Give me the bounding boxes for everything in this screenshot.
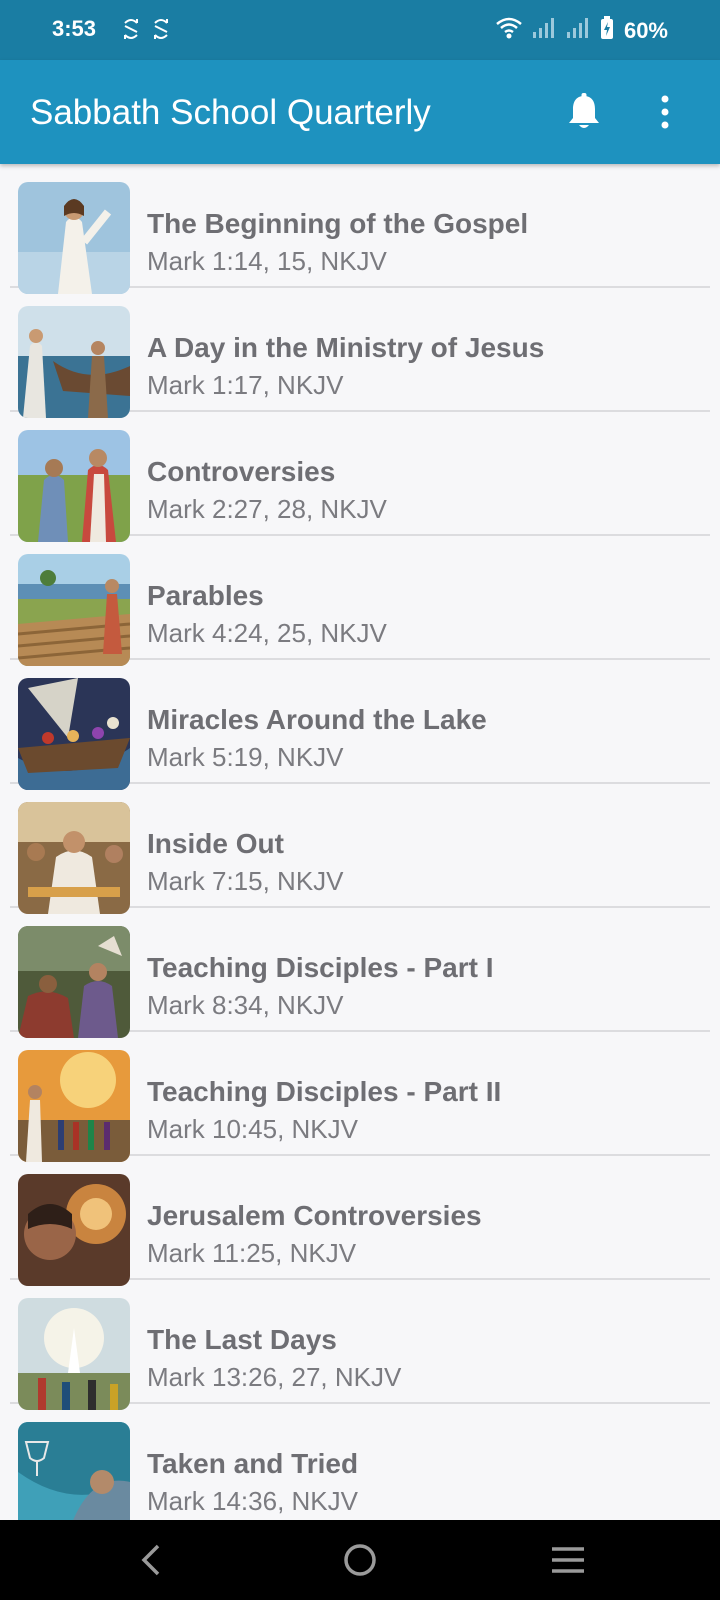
lesson-title: A Day in the Ministry of Jesus	[147, 332, 545, 363]
sync-icon	[122, 18, 140, 45]
lesson-title: Inside Out	[147, 828, 284, 859]
lesson-subtitle: Mark 11:25, NKJV	[147, 1238, 357, 1268]
lesson-thumbnail	[18, 1298, 130, 1410]
lesson-item[interactable]: Jerusalem Controversies Mark 11:25, NKJV	[10, 1156, 710, 1286]
lesson-thumbnail	[18, 678, 130, 790]
lesson-subtitle: Mark 2:27, 28, NKJV	[147, 494, 387, 524]
lesson-subtitle: Mark 10:45, NKJV	[147, 1114, 358, 1144]
lesson-item[interactable]: The Beginning of the Gospel Mark 1:14, 1…	[10, 164, 710, 294]
lesson-title: Teaching Disciples - Part I	[147, 952, 494, 983]
wifi-icon	[496, 17, 522, 44]
battery-percentage: 60%	[623, 17, 668, 43]
lesson-subtitle: Mark 14:36, NKJV	[147, 1486, 358, 1516]
back-icon[interactable]	[130, 1538, 174, 1582]
lesson-subtitle: Mark 4:24, 25, NKJV	[147, 618, 387, 648]
lesson-title: The Beginning of the Gospel	[147, 208, 529, 239]
lesson-subtitle: Mark 8:34, NKJV	[147, 990, 344, 1020]
lesson-item[interactable]: Teaching Disciples - Part I Mark 8:34, N…	[10, 908, 710, 1038]
app-title: Sabbath School Quarterly	[30, 93, 431, 132]
battery-icon	[600, 16, 614, 45]
signal-icon	[566, 17, 590, 44]
lesson-item[interactable]: Parables Mark 4:24, 25, NKJV	[10, 536, 710, 666]
lesson-title: The Last Days	[147, 1324, 337, 1355]
lesson-thumbnail	[18, 182, 130, 294]
lesson-item[interactable]: Controversies Mark 2:27, 28, NKJV	[10, 412, 710, 542]
lesson-thumbnail	[18, 802, 130, 914]
bell-icon[interactable]	[566, 92, 602, 132]
lesson-subtitle: Mark 1:17, NKJV	[147, 370, 344, 400]
lesson-item[interactable]: Inside Out Mark 7:15, NKJV	[10, 784, 710, 914]
lesson-thumbnail	[18, 1050, 130, 1162]
lesson-item[interactable]: A Day in the Ministry of Jesus Mark 1:17…	[10, 288, 710, 418]
lesson-item[interactable]: The Last Days Mark 13:26, 27, NKJV	[10, 1280, 710, 1410]
status-time: 3:53	[52, 16, 97, 41]
lesson-thumbnail	[18, 1174, 130, 1286]
lesson-subtitle: Mark 5:19, NKJV	[147, 742, 344, 772]
lesson-list[interactable]: The Beginning of the Gospel Mark 1:14, 1…	[0, 164, 720, 1520]
status-bar: 3:53 60%	[0, 0, 720, 60]
more-vert-icon[interactable]	[658, 92, 672, 132]
lesson-thumbnail	[18, 306, 130, 418]
signal-icon	[532, 17, 556, 44]
lesson-thumbnail	[18, 1422, 130, 1520]
lesson-title: Jerusalem Controversies	[147, 1200, 482, 1231]
lesson-item[interactable]: Teaching Disciples - Part II Mark 10:45,…	[10, 1032, 710, 1162]
lesson-subtitle: Mark 13:26, 27, NKJV	[147, 1362, 402, 1392]
lesson-subtitle: Mark 7:15, NKJV	[147, 866, 344, 896]
lesson-title: Parables	[147, 580, 264, 611]
lesson-title: Controversies	[147, 456, 336, 487]
lesson-title: Teaching Disciples - Part II	[147, 1076, 502, 1107]
recents-icon[interactable]	[546, 1538, 590, 1582]
navigation-bar	[0, 1520, 720, 1600]
lesson-thumbnail	[18, 554, 130, 666]
lesson-title: Miracles Around the Lake	[147, 704, 487, 735]
app-bar: Sabbath School Quarterly	[0, 60, 720, 164]
lesson-title: Taken and Tried	[147, 1448, 359, 1479]
home-icon[interactable]	[338, 1538, 382, 1582]
lesson-thumbnail	[18, 926, 130, 1038]
lesson-item[interactable]: Taken and Tried Mark 14:36, NKJV	[10, 1404, 710, 1520]
lesson-subtitle: Mark 1:14, 15, NKJV	[147, 246, 387, 276]
lesson-thumbnail	[18, 430, 130, 542]
sync-icon	[152, 18, 170, 45]
lesson-item[interactable]: Miracles Around the Lake Mark 5:19, NKJV	[10, 660, 710, 790]
